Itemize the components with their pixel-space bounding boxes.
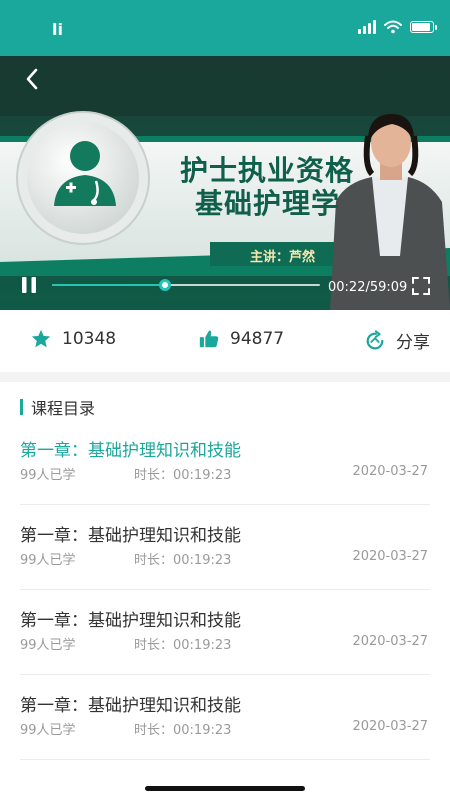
course-title: 第一章：基础护理知识和技能 (20, 526, 241, 546)
share-label: 分享 (396, 333, 430, 353)
video-title-line-2: 基础护理学 (195, 187, 341, 220)
share-button[interactable]: 分享 (364, 328, 430, 353)
video-progress-bar[interactable] (52, 279, 320, 291)
back-icon[interactable] (20, 66, 46, 92)
accent-bar (20, 399, 23, 415)
signal-icon (358, 20, 376, 34)
fullscreen-icon[interactable] (410, 275, 432, 297)
like-button[interactable]: 94877 (198, 328, 284, 350)
stats-bar: 10348 94877 分享 (0, 310, 450, 372)
course-title: 第一章：基础护理知识和技能 (20, 611, 241, 631)
playback-time: 00:22/59:09 (328, 280, 408, 295)
catalog-title: 课程目录 (31, 399, 96, 418)
lecturer-label: 主讲：芦然 (250, 250, 316, 265)
course-title: 第一章：基础护理知识和技能 (20, 441, 241, 461)
course-learners: 99人已学 (20, 638, 76, 653)
section-divider (0, 372, 450, 382)
course-duration: 时长：00:19:23 (134, 468, 232, 483)
battery-icon (410, 21, 437, 33)
course-duration: 时长：00:19:23 (134, 638, 232, 653)
course-title: 第一章：基础护理知识和技能 (20, 696, 241, 716)
share-icon (366, 329, 384, 349)
status-icons (358, 20, 437, 34)
course-learners: 99人已学 (20, 468, 76, 483)
course-date: 2020-03-27 (352, 634, 428, 649)
progress-thumb[interactable] (158, 279, 171, 291)
course-learners: 99人已学 (20, 553, 76, 568)
course-item-4[interactable]: 第一章：基础护理知识和技能 99人已学 时长：00:19:23 2020-03-… (20, 675, 430, 760)
course-item-2[interactable]: 第一章：基础护理知识和技能 99人已学 时长：00:19:23 2020-03-… (20, 505, 430, 590)
video-player[interactable]: 护士执业资格 基础护理学 主讲：芦然 00:22/59:09 (0, 56, 450, 310)
pause-icon[interactable] (20, 276, 38, 294)
course-date: 2020-03-27 (352, 719, 428, 734)
star-icon (31, 329, 51, 348)
favorite-button[interactable]: 10348 (30, 328, 116, 350)
thumbs-up-icon (199, 330, 219, 348)
course-duration: 时长：00:19:23 (134, 553, 232, 568)
status-indicator-text: li (52, 20, 63, 39)
course-duration: 时长：00:19:23 (134, 723, 232, 738)
course-item-1[interactable]: 第一章：基础护理知识和技能 99人已学 时长：00:19:23 2020-03-… (20, 420, 430, 505)
like-count: 94877 (230, 329, 285, 349)
course-learners: 99人已学 (20, 723, 76, 738)
course-list: 第一章：基础护理知识和技能 99人已学 时长：00:19:23 2020-03-… (20, 420, 430, 760)
status-bar: li (0, 0, 450, 56)
course-date: 2020-03-27 (352, 549, 428, 564)
course-item-3[interactable]: 第一章：基础护理知识和技能 99人已学 时长：00:19:23 2020-03-… (20, 590, 430, 675)
course-date: 2020-03-27 (352, 464, 428, 479)
catalog-header: 课程目录 (20, 395, 95, 419)
home-indicator[interactable] (145, 786, 305, 791)
progress-fill (52, 284, 165, 286)
favorite-count: 10348 (62, 329, 117, 349)
wifi-icon (384, 20, 402, 34)
